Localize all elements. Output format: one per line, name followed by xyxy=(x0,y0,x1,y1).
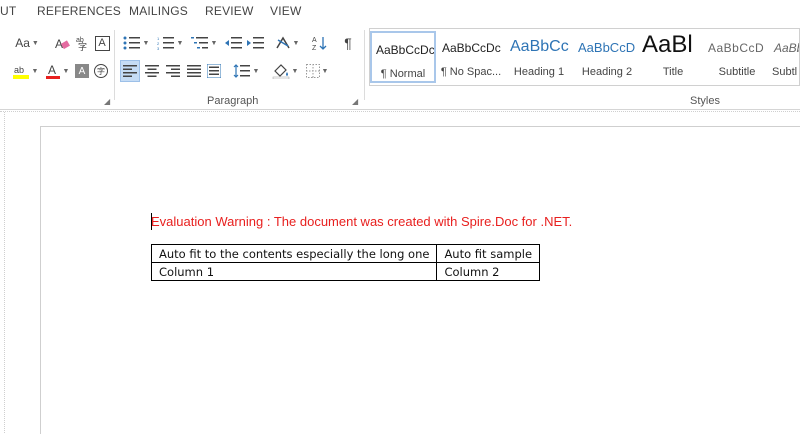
tab-references[interactable]: REFERENCES xyxy=(37,4,121,18)
phonetic-guide-button[interactable]: ab 字 xyxy=(74,32,92,54)
sort-button[interactable]: AZ xyxy=(310,32,330,54)
chevron-down-icon: ▼ xyxy=(62,67,70,75)
clear-formatting-button[interactable]: A xyxy=(52,32,72,54)
svg-text:A: A xyxy=(48,63,56,77)
character-shading-icon: A xyxy=(75,64,89,78)
style-subtitle[interactable]: AaBbCcD Subtitle xyxy=(704,31,770,83)
svg-text:ab: ab xyxy=(14,65,24,75)
table-row: Column 1 Column 2 xyxy=(150,262,541,281)
chevron-down-icon: ▼ xyxy=(292,39,300,47)
bullets-button[interactable]: ▼ xyxy=(120,32,152,54)
distributed-button[interactable] xyxy=(204,60,224,82)
chevron-down-icon: ▼ xyxy=(31,67,39,75)
style-subtle-emphasis[interactable]: AaBbCcD Subtl xyxy=(770,31,799,83)
style-normal[interactable]: AaBbCcDc ¶ Normal xyxy=(370,31,436,83)
font-color-button[interactable]: A ▼ xyxy=(42,60,72,82)
tab-mailings[interactable]: MAILINGS xyxy=(129,4,188,18)
align-center-button[interactable] xyxy=(142,60,162,82)
document-area: Evaluation Warning : The document was cr… xyxy=(0,111,800,434)
align-right-button[interactable] xyxy=(163,60,183,82)
style-heading-1[interactable]: AaBbCc Heading 1 xyxy=(506,31,572,83)
align-left-button[interactable] xyxy=(120,60,140,82)
numbering-icon: 123 xyxy=(157,36,174,50)
character-shading-button[interactable]: A xyxy=(74,60,90,82)
chevron-down-icon: ▼ xyxy=(176,39,184,47)
multilevel-list-button[interactable]: ▼ xyxy=(188,32,220,54)
document-page[interactable]: Evaluation Warning : The document was cr… xyxy=(40,126,800,434)
shading-button[interactable]: ▼ xyxy=(270,60,300,82)
font-dialog-launcher-icon[interactable]: ◢ xyxy=(104,97,110,106)
styles-gallery: AaBbCcDc ¶ Normal AaBbCcDc ¶ No Spac... … xyxy=(369,28,800,86)
increase-indent-icon xyxy=(247,37,264,49)
borders-icon xyxy=(305,64,320,78)
svg-text:字: 字 xyxy=(78,41,87,51)
asian-layout-icon xyxy=(275,36,290,49)
character-border-button[interactable]: A xyxy=(93,32,111,54)
table-cell[interactable]: Auto fit to the contents especially the … xyxy=(150,244,438,263)
table-cell[interactable]: Column 1 xyxy=(150,262,438,281)
ruler-guide xyxy=(4,112,5,434)
style-heading-2[interactable]: AaBbCcD Heading 2 xyxy=(574,31,640,83)
chevron-down-icon: ▼ xyxy=(142,39,150,47)
svg-text:Z: Z xyxy=(312,45,317,51)
font-color-icon: A xyxy=(45,63,60,79)
eraser-icon: A xyxy=(55,37,70,51)
pilcrow-icon: ¶ xyxy=(344,35,352,51)
paragraph-group-label: Paragraph xyxy=(207,95,259,107)
sort-icon: AZ xyxy=(312,37,327,51)
enclose-characters-icon: 字 xyxy=(94,64,108,78)
line-spacing-icon xyxy=(233,64,250,78)
distributed-icon xyxy=(207,64,221,78)
highlighter-icon: ab xyxy=(12,65,29,79)
tab-layout[interactable]: UT xyxy=(0,4,16,18)
style-title[interactable]: AaBl Title xyxy=(640,31,706,83)
table-cell[interactable]: Auto fit sample xyxy=(436,244,541,263)
table-cell[interactable]: Column 2 xyxy=(436,262,541,281)
show-formatting-marks-button[interactable]: ¶ xyxy=(338,32,358,54)
bullets-icon xyxy=(123,36,140,50)
phonetic-guide-icon: ab字 xyxy=(76,37,87,51)
document-table[interactable]: Auto fit to the contents especially the … xyxy=(150,244,541,281)
chevron-down-icon: ▼ xyxy=(210,39,218,47)
decrease-indent-button[interactable] xyxy=(224,32,244,54)
character-border-icon: A xyxy=(94,35,110,51)
highlight-button[interactable]: ab ▼ xyxy=(8,60,42,82)
numbering-button[interactable]: 123 ▼ xyxy=(154,32,186,54)
tab-view[interactable]: VIEW xyxy=(270,4,301,18)
chevron-down-icon: ▼ xyxy=(321,67,329,75)
ribbon-tabs: UT REFERENCES MAILINGS REVIEW VIEW xyxy=(0,0,800,24)
borders-button[interactable]: ▼ xyxy=(302,60,332,82)
paragraph-dialog-launcher-icon[interactable]: ◢ xyxy=(352,97,358,106)
ribbon: Aa ▼ A ab 字 A ab ▼ A ▼ A 字 ▼ 123 ▼ ▼ ▼ A… xyxy=(0,24,800,110)
svg-text:A: A xyxy=(312,37,317,44)
svg-text:3: 3 xyxy=(157,46,160,50)
increase-indent-button[interactable] xyxy=(246,32,266,54)
chevron-down-icon: ▼ xyxy=(291,67,299,75)
chevron-down-icon: ▼ xyxy=(31,39,39,47)
styles-group-label: Styles xyxy=(690,95,720,107)
change-case-button[interactable]: Aa ▼ xyxy=(10,32,44,54)
asian-layout-button[interactable]: ▼ xyxy=(274,32,300,54)
paint-bucket-icon xyxy=(272,64,289,79)
chevron-down-icon: ▼ xyxy=(252,67,260,75)
evaluation-warning: Evaluation Warning : The document was cr… xyxy=(151,214,573,229)
align-center-icon xyxy=(145,65,159,77)
multilevel-list-icon xyxy=(190,37,208,49)
group-separator xyxy=(364,30,365,100)
group-separator xyxy=(114,30,115,100)
justify-button[interactable] xyxy=(184,60,204,82)
style-no-spacing[interactable]: AaBbCcDc ¶ No Spac... xyxy=(438,31,504,83)
tab-review[interactable]: REVIEW xyxy=(205,4,254,18)
line-spacing-button[interactable]: ▼ xyxy=(230,60,262,82)
justify-icon xyxy=(187,65,201,77)
decrease-indent-icon xyxy=(225,37,242,49)
align-right-icon xyxy=(166,65,180,77)
enclose-characters-button[interactable]: 字 xyxy=(93,60,109,82)
align-left-icon xyxy=(123,65,137,77)
table-row: Auto fit to the contents especially the … xyxy=(150,244,541,263)
